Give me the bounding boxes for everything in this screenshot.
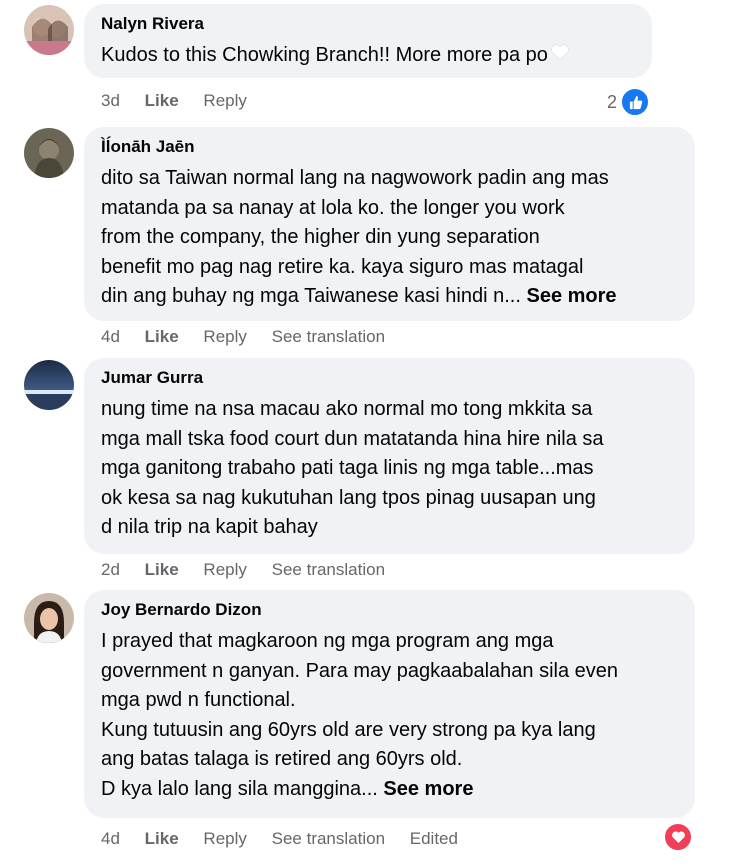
comment-line: dito sa Taiwan normal lang na nagwowork … — [101, 167, 609, 189]
comment-line: Kung tutuusin ang 60yrs old are very str… — [101, 718, 596, 741]
comment-line: matanda pa sa nanay at lola ko. the long… — [101, 196, 565, 219]
comment-time[interactable]: 3d — [101, 90, 120, 112]
reply-button[interactable]: Reply — [203, 559, 246, 581]
comment-line: din ang buhay ng mga Taiwanese kasi hind… — [101, 285, 521, 307]
like-icon — [620, 87, 651, 117]
comment-time[interactable]: 2d — [101, 559, 120, 581]
reaction-count: 2 — [607, 91, 618, 112]
like-button[interactable]: Like — [145, 828, 179, 850]
see-more-link[interactable]: See more — [526, 285, 616, 307]
comment-line: D kya lalo lang sila manggina... — [101, 777, 378, 800]
comment-line: mga pwd n functional. — [101, 689, 296, 711]
comment-bubble: Nalyn Rivera Kudos to this Chowking Bran… — [84, 4, 652, 78]
white-heart-icon — [550, 41, 570, 71]
reaction-summary[interactable] — [663, 822, 693, 852]
like-button[interactable]: Like — [145, 90, 179, 112]
comment-actions: 2d Like Reply See translation — [101, 559, 405, 581]
see-more-link[interactable]: See more — [383, 778, 473, 800]
edited-label: Edited — [409, 829, 458, 848]
comment-line: d nila trip na kapit bahay — [101, 516, 318, 538]
avatar[interactable] — [24, 128, 74, 178]
comment-time[interactable]: 4d — [101, 828, 120, 850]
comment-line: Kudos to this Chowking Branch!! More mor… — [101, 44, 548, 67]
comment-line: I prayed that magkaroon ng mga program a… — [101, 630, 554, 652]
comment-line: from the company, the higher din yung se… — [101, 226, 540, 248]
comment-author[interactable]: Jumar Gurra — [101, 367, 677, 389]
comment-line: mga ganitong trabaho pati taga linis ng … — [101, 457, 594, 479]
comment-actions: 4d Like Reply See translation — [101, 326, 405, 348]
comment-text: nung time na nsa macau ako normal mo ton… — [101, 395, 677, 543]
comment-author[interactable]: Joy Bernardo Dizon — [101, 599, 677, 621]
comment-actions: 4d Like Reply See translation Edited — [101, 828, 478, 850]
reply-button[interactable]: Reply — [203, 828, 246, 850]
reply-button[interactable]: Reply — [203, 90, 246, 112]
comment-bubble: Jumar Gurra nung time na nsa macau ako n… — [84, 358, 695, 554]
avatar[interactable] — [24, 593, 74, 643]
reaction-summary[interactable]: 2 — [607, 87, 651, 117]
comment-text: I prayed that magkaroon ng mga program a… — [101, 627, 677, 804]
comment-author[interactable]: Ìĺonāh Jaēn — [101, 136, 677, 158]
comment-line: nung time na nsa macau ako normal mo ton… — [101, 398, 593, 420]
comment-line: government n ganyan. Para may pagkaabala… — [101, 659, 619, 682]
reply-button[interactable]: Reply — [203, 326, 246, 348]
comment-bubble: Joy Bernardo Dizon I prayed that magkaro… — [84, 590, 695, 818]
comment-time[interactable]: 4d — [101, 326, 120, 348]
see-translation-link[interactable]: See translation — [272, 828, 385, 850]
like-button[interactable]: Like — [145, 326, 179, 348]
comment-author[interactable]: Nalyn Rivera — [101, 13, 634, 35]
avatar[interactable] — [24, 360, 74, 410]
comment-line: mga mall tska food court dun matatanda h… — [101, 427, 604, 450]
like-button[interactable]: Like — [145, 559, 179, 581]
comment-text: Kudos to this Chowking Branch!! More mor… — [101, 41, 634, 71]
heart-icon — [663, 822, 693, 852]
avatar[interactable] — [24, 5, 74, 55]
see-translation-link[interactable]: See translation — [272, 326, 385, 348]
comment-actions: 3d Like Reply — [101, 90, 267, 112]
comment-text: dito sa Taiwan normal lang na nagwowork … — [101, 164, 677, 312]
comment-line: benefit mo pag nag retire ka. kaya sigur… — [101, 255, 584, 278]
comment-line: ang batas talaga is retired ang 60yrs ol… — [101, 748, 463, 770]
comment-bubble: Ìĺonāh Jaēn dito sa Taiwan normal lang n… — [84, 127, 695, 321]
comment-line: ok kesa sa nag kukutuhan lang tpos pinag… — [101, 486, 596, 509]
see-translation-link[interactable]: See translation — [272, 559, 385, 581]
